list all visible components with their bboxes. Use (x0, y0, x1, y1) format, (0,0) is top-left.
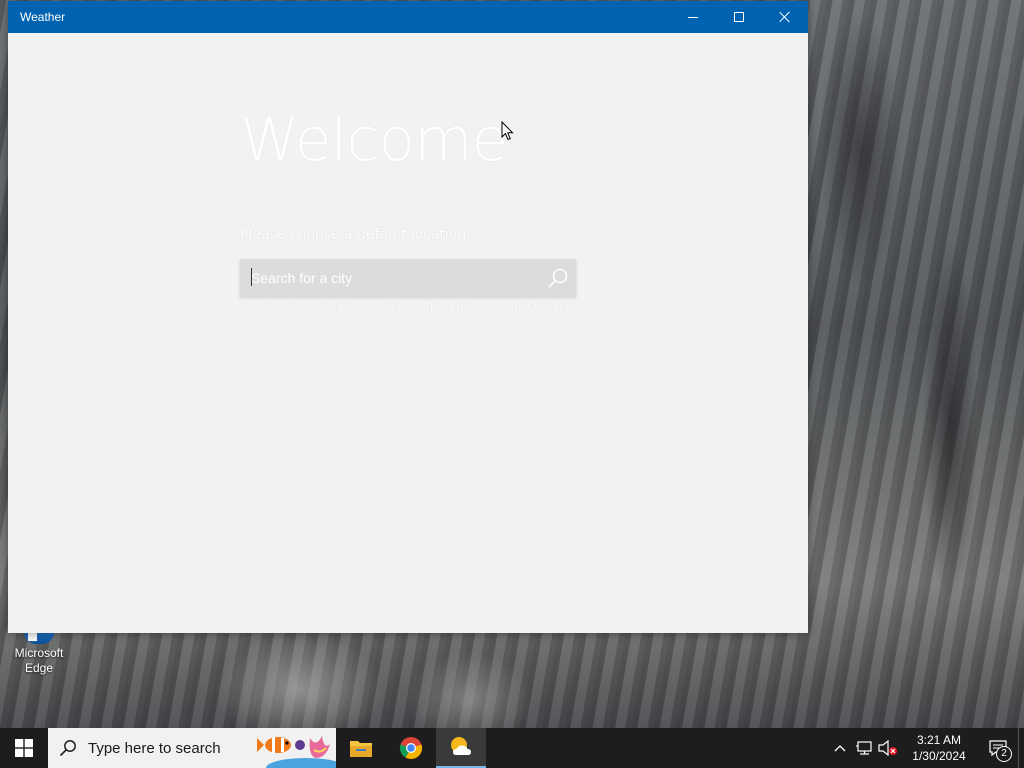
taskbar: Type here to search 3:21 AM 1/30/2024 2 (0, 728, 1024, 768)
minimize-icon (688, 16, 698, 18)
clock-time: 3:21 AM (916, 733, 962, 747)
show-desktop-button[interactable] (1018, 728, 1024, 768)
taskbar-search-box[interactable]: Type here to search (48, 728, 336, 768)
city-search-button[interactable] (540, 260, 576, 296)
city-search-input[interactable] (240, 259, 540, 297)
close-icon (779, 11, 791, 23)
weather-window: Weather Welcome Please choose a default … (8, 1, 808, 633)
weather-icon (451, 737, 471, 755)
search-highlight-clownfish-icon (257, 736, 336, 768)
window-title: Weather (20, 10, 66, 24)
maximize-button[interactable] (716, 1, 762, 33)
taskbar-weather[interactable] (436, 728, 486, 768)
file-explorer-icon (350, 741, 372, 757)
windows-logo-icon (15, 739, 33, 757)
tray-volume-button[interactable] (876, 728, 900, 768)
welcome-panel: Welcome Please choose a default location… (8, 33, 808, 633)
mouse-cursor-icon (501, 121, 514, 141)
start-button[interactable] (0, 728, 48, 768)
search-icon (59, 740, 76, 757)
taskbar-file-explorer[interactable] (336, 728, 386, 768)
tray-network-button[interactable] (852, 728, 876, 768)
chrome-icon (399, 737, 423, 760)
volume-muted-icon (878, 740, 897, 756)
text-caret (251, 268, 252, 286)
notification-count-badge: 2 (996, 746, 1012, 762)
minimize-button[interactable] (670, 1, 716, 33)
welcome-subtitle: Please choose a default location (240, 227, 467, 243)
search-icon (548, 268, 568, 288)
taskbar-search-placeholder: Type here to search (88, 739, 221, 757)
chevron-up-icon (834, 745, 846, 752)
system-tray: 3:21 AM 1/30/2024 2 (828, 728, 1024, 768)
tray-overflow-button[interactable] (828, 728, 852, 768)
terms-hint: By selecting a location, you agree to th… (240, 301, 580, 312)
desktop-icon-microsoft-edge[interactable]: Microsoft Edge (6, 628, 72, 676)
close-button[interactable] (762, 1, 808, 33)
taskbar-chrome[interactable] (386, 728, 436, 768)
city-search-box[interactable] (240, 259, 576, 297)
taskbar-clock[interactable]: 3:21 AM 1/30/2024 (900, 732, 978, 764)
welcome-heading: Welcome (240, 105, 508, 175)
maximize-icon (734, 12, 744, 22)
network-icon (856, 741, 872, 755)
title-bar[interactable]: Weather (8, 1, 808, 33)
clock-date: 1/30/2024 (912, 749, 966, 763)
action-center-button[interactable]: 2 (978, 728, 1018, 768)
desktop-icon-label: Microsoft Edge (14, 646, 64, 675)
